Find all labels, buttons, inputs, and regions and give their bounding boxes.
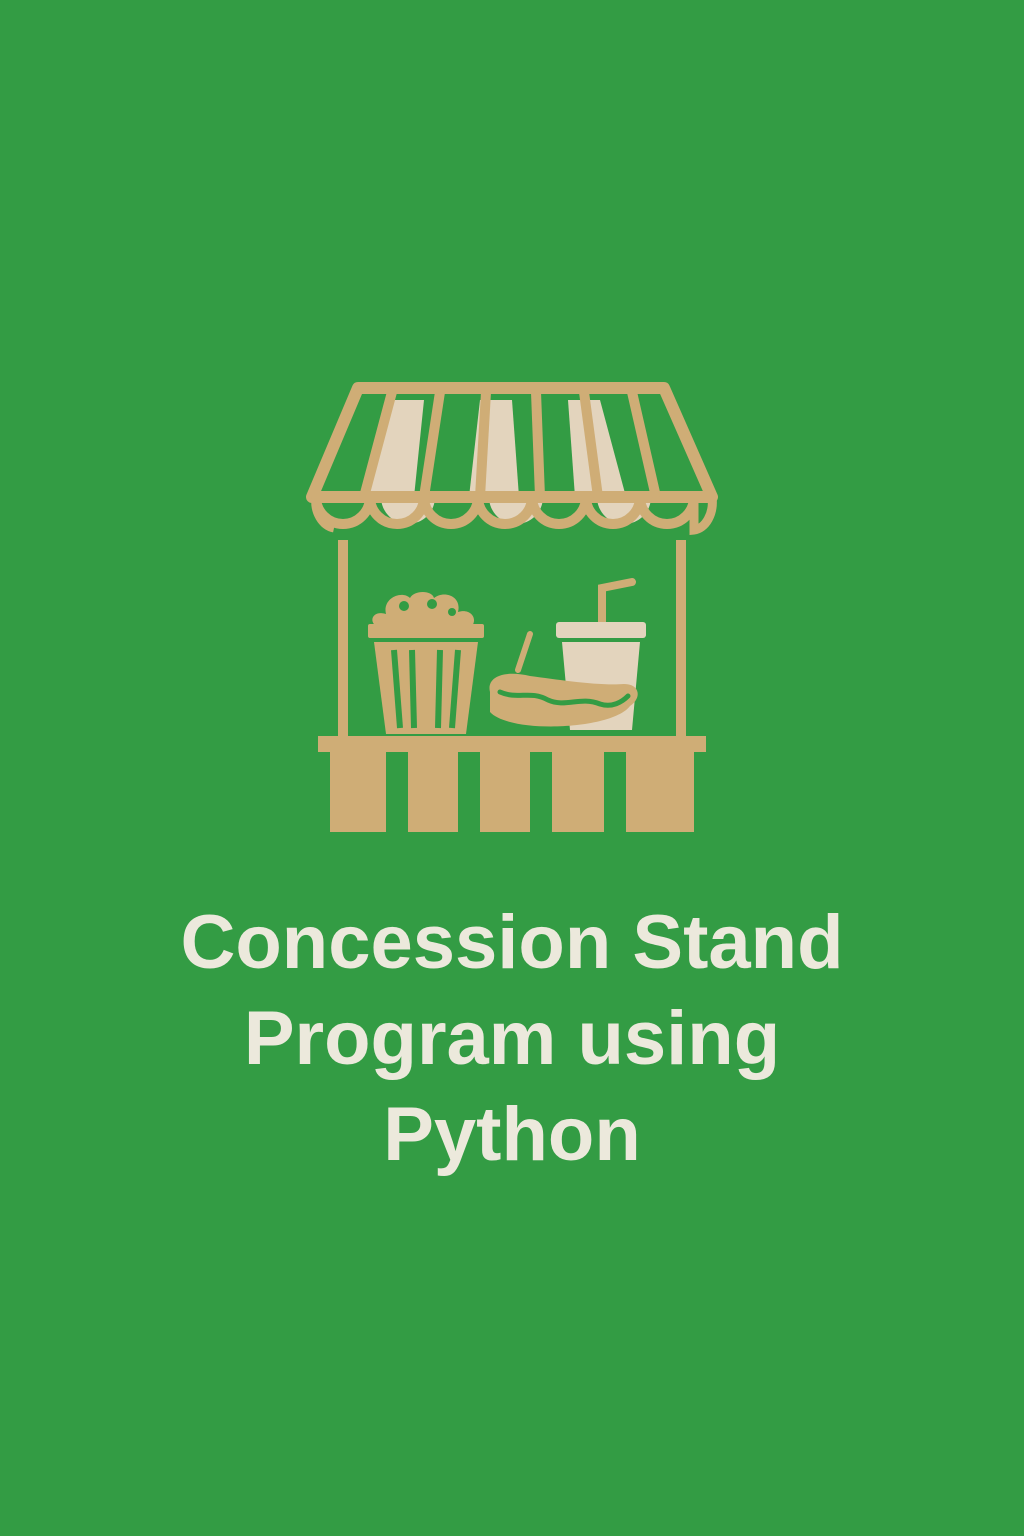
concession-stand-icon [306, 382, 718, 832]
title-line-1: Concession Stand [180, 900, 844, 985]
page-title: Concession Stand Program using Python [112, 895, 912, 1183]
poster: Concession Stand Program using Python [0, 0, 1024, 1536]
awning-icon [306, 382, 718, 536]
title-line-3: Python [383, 1092, 641, 1177]
title-line-2: Program using [243, 996, 781, 1081]
popcorn-bucket-icon [368, 592, 484, 734]
counter-icon [318, 736, 706, 832]
